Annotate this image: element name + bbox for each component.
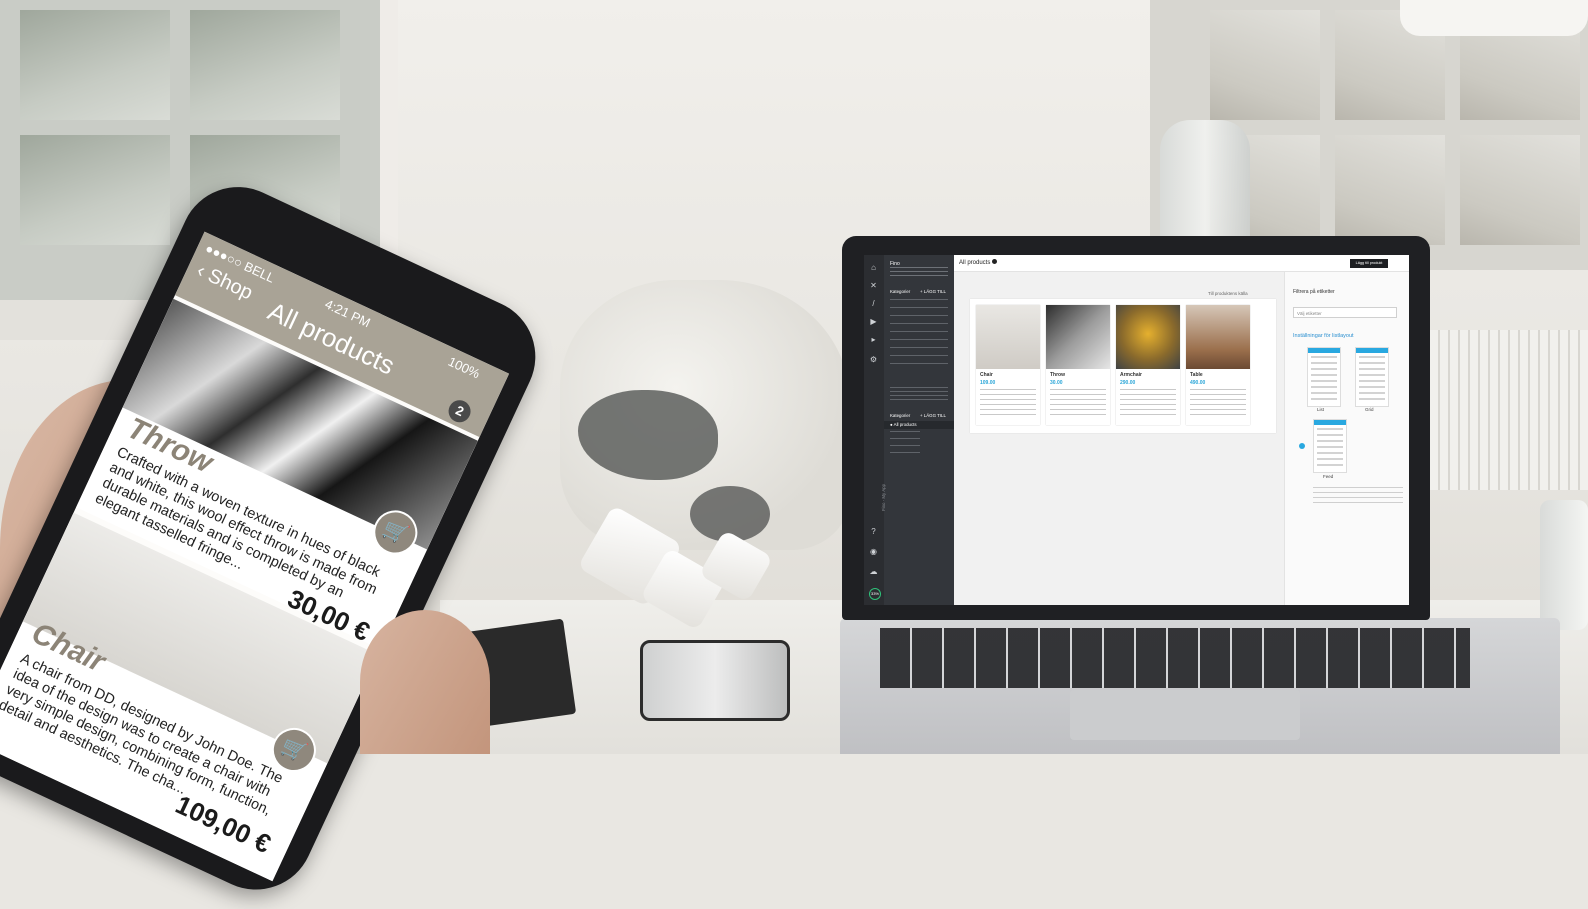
app-side-label: Fino - My App bbox=[881, 483, 887, 512]
layout-option-grid[interactable] bbox=[1355, 347, 1389, 407]
source-link[interactable]: Till produktens källa bbox=[1208, 291, 1248, 296]
add-category-button-2[interactable]: + LÄGG TILL bbox=[920, 413, 946, 418]
product-card[interactable]: Throw 30.00 bbox=[1046, 305, 1110, 425]
eye-icon[interactable]: ◉ bbox=[869, 547, 878, 556]
layout-label: Feed bbox=[1323, 474, 1334, 479]
help-text bbox=[890, 387, 948, 401]
main-content: Till produktens källa Chair 109.00 Throw… bbox=[954, 255, 1284, 605]
sidebar-item-all-products[interactable]: ● All products bbox=[890, 422, 917, 427]
section-categories: Kategorier bbox=[890, 289, 911, 294]
settings-panel: Filtrera på etiketter Välj etiketter Ins… bbox=[1284, 255, 1409, 605]
sub-category-list bbox=[890, 431, 920, 457]
top-bar: All products Lägg till produkt bbox=[954, 255, 1409, 272]
layout-heading: Inställningar för listlayout bbox=[1293, 333, 1354, 339]
product-price: 290.00 bbox=[1120, 380, 1136, 386]
section-categories-2: Kategorier bbox=[890, 413, 911, 418]
page-title: All products bbox=[959, 259, 998, 266]
product-name: Table bbox=[1190, 372, 1203, 378]
flag-icon[interactable]: ▸ bbox=[869, 335, 878, 344]
smartphone: ●●●○○ BELL 4:21 PM 100% ‹ Shop All produ… bbox=[0, 168, 555, 909]
help-icon[interactable]: ? bbox=[869, 527, 878, 536]
icon-rail: ⌂ ✕ / ▶ ▸ ⚙ ? ◉ ☁ 33% bbox=[864, 255, 884, 605]
add-product-button[interactable]: Lägg till produkt bbox=[1350, 259, 1388, 268]
product-price: 30.00 bbox=[1050, 380, 1063, 386]
add-category-button[interactable]: + LÄGG TILL bbox=[920, 289, 946, 294]
filter-input[interactable]: Välj etiketter bbox=[1293, 307, 1397, 318]
home-icon[interactable]: ⌂ bbox=[869, 263, 878, 272]
laptop-trackpad bbox=[1070, 690, 1300, 740]
product-card[interactable]: Chair 109.00 bbox=[976, 305, 1040, 425]
phone-screen: ●●●○○ BELL 4:21 PM 100% ‹ Shop All produ… bbox=[0, 231, 510, 882]
thumb bbox=[360, 610, 490, 754]
product-card[interactable]: Armchair 290.00 bbox=[1116, 305, 1180, 425]
product-name: Chair bbox=[980, 372, 993, 378]
brush-icon[interactable]: / bbox=[869, 299, 878, 308]
cart-icon: 🛒 bbox=[277, 734, 310, 766]
progress-indicator: 33% bbox=[869, 588, 881, 600]
battery-status: 100% bbox=[445, 353, 483, 382]
product-name: Throw bbox=[1050, 372, 1065, 378]
cloud-icon[interactable]: ☁ bbox=[869, 567, 878, 576]
flag-icon[interactable]: ▶ bbox=[869, 317, 878, 326]
shop-description bbox=[890, 267, 948, 279]
cart-icon: 🛒 bbox=[379, 517, 412, 548]
radiator bbox=[1420, 330, 1588, 490]
tools-icon[interactable]: ✕ bbox=[869, 281, 878, 290]
info-icon bbox=[992, 259, 998, 264]
phone-wrapper: ●●●○○ BELL 4:21 PM 100% ‹ Shop All produ… bbox=[0, 168, 640, 909]
laptop-screen: ⌂ ✕ / ▶ ▸ ⚙ ? ◉ ☁ 33% Fino Kategorier + … bbox=[864, 255, 1409, 605]
cup bbox=[1540, 500, 1588, 630]
category-list bbox=[890, 299, 948, 371]
sidebar-panel: Fino Kategorier + LÄGG TILL Kategorier +… bbox=[881, 255, 954, 605]
ceiling-lamp bbox=[1400, 0, 1588, 36]
feed-radio[interactable] bbox=[1299, 443, 1305, 449]
layout-label: Grid bbox=[1365, 407, 1374, 412]
product-name: Armchair bbox=[1120, 372, 1142, 378]
second-phone bbox=[640, 640, 790, 721]
laptop-keyboard bbox=[880, 628, 1470, 688]
product-price: 490.00 bbox=[1190, 380, 1206, 386]
product-price: 109.00 bbox=[980, 380, 996, 386]
sidebar-item-label: All products bbox=[893, 422, 917, 427]
layout-option-feed[interactable] bbox=[1313, 419, 1347, 473]
layout-option-list[interactable] bbox=[1307, 347, 1341, 407]
gear-icon[interactable]: ⚙ bbox=[869, 355, 878, 364]
filter-heading: Filtrera på etiketter bbox=[1293, 289, 1335, 295]
product-card[interactable]: Table 490.00 bbox=[1186, 305, 1250, 425]
layout-label: List bbox=[1317, 407, 1325, 412]
layout-help-text bbox=[1313, 487, 1403, 505]
cart-count-badge[interactable]: 2 bbox=[444, 396, 475, 426]
